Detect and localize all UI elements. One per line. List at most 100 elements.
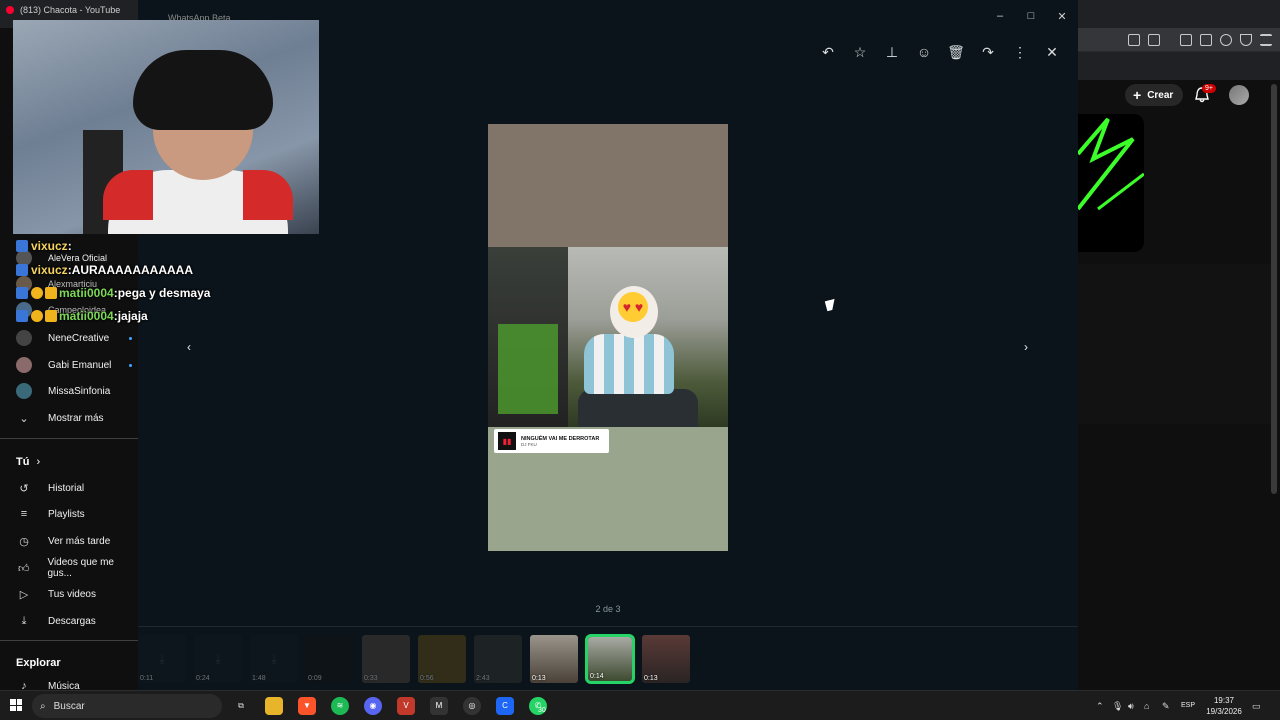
network-icon[interactable]: ⌂ — [1144, 701, 1149, 711]
chat-badge-icon — [16, 310, 28, 322]
avatar[interactable] — [1229, 85, 1249, 105]
subscriber-badge-icon — [31, 310, 43, 322]
media-video[interactable]: ♥ ♥ ▮▮ NINGUÉM VAI ME DERROTAR DJ FKU — [488, 124, 728, 551]
task-view-icon[interactable]: ⧉ — [232, 697, 250, 715]
webcam-overlay — [13, 20, 319, 234]
sidebar-subscription[interactable]: Gabi Emanuel — [0, 353, 138, 377]
pin-icon[interactable]: ⊥ — [882, 42, 902, 62]
media-thumbnail[interactable]: 2:43 — [474, 635, 522, 683]
sidebar-icon[interactable] — [1180, 34, 1192, 46]
pen-icon[interactable]: ✎ — [1162, 701, 1170, 712]
discord-icon[interactable]: ◉ — [364, 697, 382, 715]
crown-badge-icon — [45, 310, 57, 322]
chat-message: matii0004 : pega y desmaya — [16, 283, 210, 303]
video-thumbnail[interactable] — [1078, 114, 1144, 252]
sidebar-subscription[interactable]: MissaSinfonia — [0, 379, 138, 403]
notification-badge: 9+ — [1202, 84, 1216, 93]
menu-icon[interactable] — [1260, 34, 1272, 46]
show-more-button[interactable]: ⌄ Mostrar más — [0, 406, 138, 430]
youtube-icon — [6, 6, 14, 14]
media-thumbnail[interactable]: 0:13 — [642, 635, 690, 683]
youtube-sidebar: AleVera Oficial Alexmarticiu Campeoloide… — [0, 236, 138, 696]
channel-avatar — [16, 330, 32, 346]
media-counter: 2 de 3 — [595, 604, 621, 614]
streamer-hair — [133, 50, 273, 130]
wallet-icon[interactable] — [1200, 34, 1212, 46]
media-thumbnail[interactable]: 0:13 — [530, 635, 578, 683]
subscriber-badge-icon — [31, 287, 43, 299]
sidebar-item-your-videos[interactable]: ▷ Tus videos — [0, 582, 138, 606]
you-section-heading[interactable]: Tú › — [16, 456, 40, 468]
watch-later-icon: ◷ — [19, 535, 29, 548]
media-thumbnail-strip: ⤓ 0:11 ⤓ 0:24 ⤓ 1:48 0:09 0:33 0:56 2:43… — [138, 626, 1078, 690]
spotify-icon[interactable]: ≋ — [331, 697, 349, 715]
media-thumbnail-selected[interactable]: 0:14 — [585, 634, 635, 684]
tab-icon[interactable] — [1148, 34, 1160, 46]
file-explorer-icon[interactable] — [265, 697, 283, 715]
playlists-icon: ≡ — [20, 508, 28, 520]
close-viewer-icon[interactable]: ✕ — [1042, 42, 1062, 62]
minimize-button[interactable]: – — [990, 10, 1010, 22]
music-title: NINGUÉM VAI ME DERROTAR — [521, 435, 600, 442]
forward-icon[interactable]: ↷ — [978, 42, 998, 62]
youtube-tab[interactable]: (813) Chacota - YouTube — [6, 5, 120, 15]
chat-message: vixucz : AURAAAAAAAAAAA — [16, 260, 193, 280]
search-icon: ⌕ — [40, 700, 46, 712]
chat-badge-icon — [16, 240, 28, 252]
music-artist: DJ FKU — [521, 441, 537, 447]
media-thumbnail[interactable]: 0:56 — [418, 635, 466, 683]
sidebar-item-liked-videos[interactable]: 👍︎ Videos que me gus... — [0, 556, 138, 580]
vpn-shield-icon[interactable] — [1240, 34, 1252, 46]
liked-videos-icon: 👍︎ — [17, 562, 30, 575]
delete-icon[interactable]: 🗑︎ — [946, 42, 966, 62]
app-m-icon[interactable]: M — [430, 697, 448, 715]
sidebar-divider — [0, 438, 138, 439]
voicemeeter-icon[interactable]: V — [397, 697, 415, 715]
sidebar-item-history[interactable]: ↺ Historial — [0, 476, 138, 500]
sidebar-divider — [0, 640, 138, 641]
heart-eyes-emoji-icon: ♥ ♥ — [618, 292, 648, 322]
leo-icon[interactable] — [1220, 34, 1232, 46]
sidebar-item-playlists[interactable]: ≡ Playlists — [0, 502, 138, 526]
sidebar-subscription[interactable]: NeneCreative — [0, 326, 138, 350]
live-dot — [129, 336, 132, 340]
obs-icon[interactable]: ◎ — [463, 697, 481, 715]
media-thumbnail[interactable]: ⤓ 0:11 — [138, 635, 186, 683]
extensions-icon[interactable] — [1128, 34, 1140, 46]
ccleaner-icon[interactable]: C — [496, 697, 514, 715]
media-thumbnail[interactable]: ⤓ 0:24 — [194, 635, 242, 683]
chat-badge-icon — [16, 264, 28, 276]
create-button[interactable]: + Crear — [1125, 84, 1184, 106]
chat-badge-icon — [16, 287, 28, 299]
maximize-button[interactable]: □ — [1021, 10, 1041, 22]
previous-arrow-icon[interactable]: ‹ — [180, 338, 198, 356]
media-thumbnail[interactable]: 0:09 — [306, 635, 354, 683]
media-thumbnail[interactable]: ⤓ 1:48 — [250, 635, 298, 683]
live-dot — [129, 363, 132, 367]
neon-thumbnail-art — [1078, 117, 1144, 211]
crown-badge-icon — [45, 287, 57, 299]
next-arrow-icon[interactable]: › — [1017, 338, 1035, 356]
music-sticker: ▮▮ NINGUÉM VAI ME DERROTAR DJ FKU — [494, 429, 609, 453]
microphone-icon[interactable]: 🎙︎ — [1112, 701, 1123, 712]
clock[interactable]: 19:37 19/3/2026 — [1202, 695, 1246, 717]
sidebar-item-downloads[interactable]: ⤓ Descargas — [0, 609, 138, 633]
emoji-reaction-icon[interactable]: ☺ — [914, 42, 934, 62]
windows-taskbar: ⌕ Buscar ⧉ ▼ ≋ ◉ V M ◎ C ✆ 30 ⌃ 🎙︎ 🔊︎ ⌂ … — [0, 690, 1280, 720]
more-options-icon[interactable]: ⋮ — [1010, 42, 1030, 62]
tray-overflow-icon[interactable]: ⌃ — [1096, 701, 1104, 712]
windows-start-icon[interactable] — [10, 699, 22, 711]
star-icon[interactable]: ☆ — [850, 42, 870, 62]
page-scrollbar[interactable] — [1271, 84, 1277, 494]
streamer-sleeve — [243, 170, 293, 220]
volume-icon[interactable]: 🔊︎ — [1128, 701, 1134, 712]
taskbar-search[interactable]: ⌕ Buscar — [32, 694, 222, 718]
brave-browser-icon[interactable]: ▼ — [298, 697, 316, 715]
notifications-icon[interactable]: ▭ — [1252, 701, 1261, 712]
sidebar-item-watch-later[interactable]: ◷ Ver más tarde — [0, 529, 138, 553]
language-indicator[interactable]: ESP — [1181, 702, 1195, 709]
media-thumbnail[interactable]: 0:33 — [362, 635, 410, 683]
history-icon: ↺ — [19, 482, 29, 495]
reply-icon[interactable]: ↶ — [818, 42, 838, 62]
window-close-button[interactable]: ✕ — [1052, 10, 1072, 23]
